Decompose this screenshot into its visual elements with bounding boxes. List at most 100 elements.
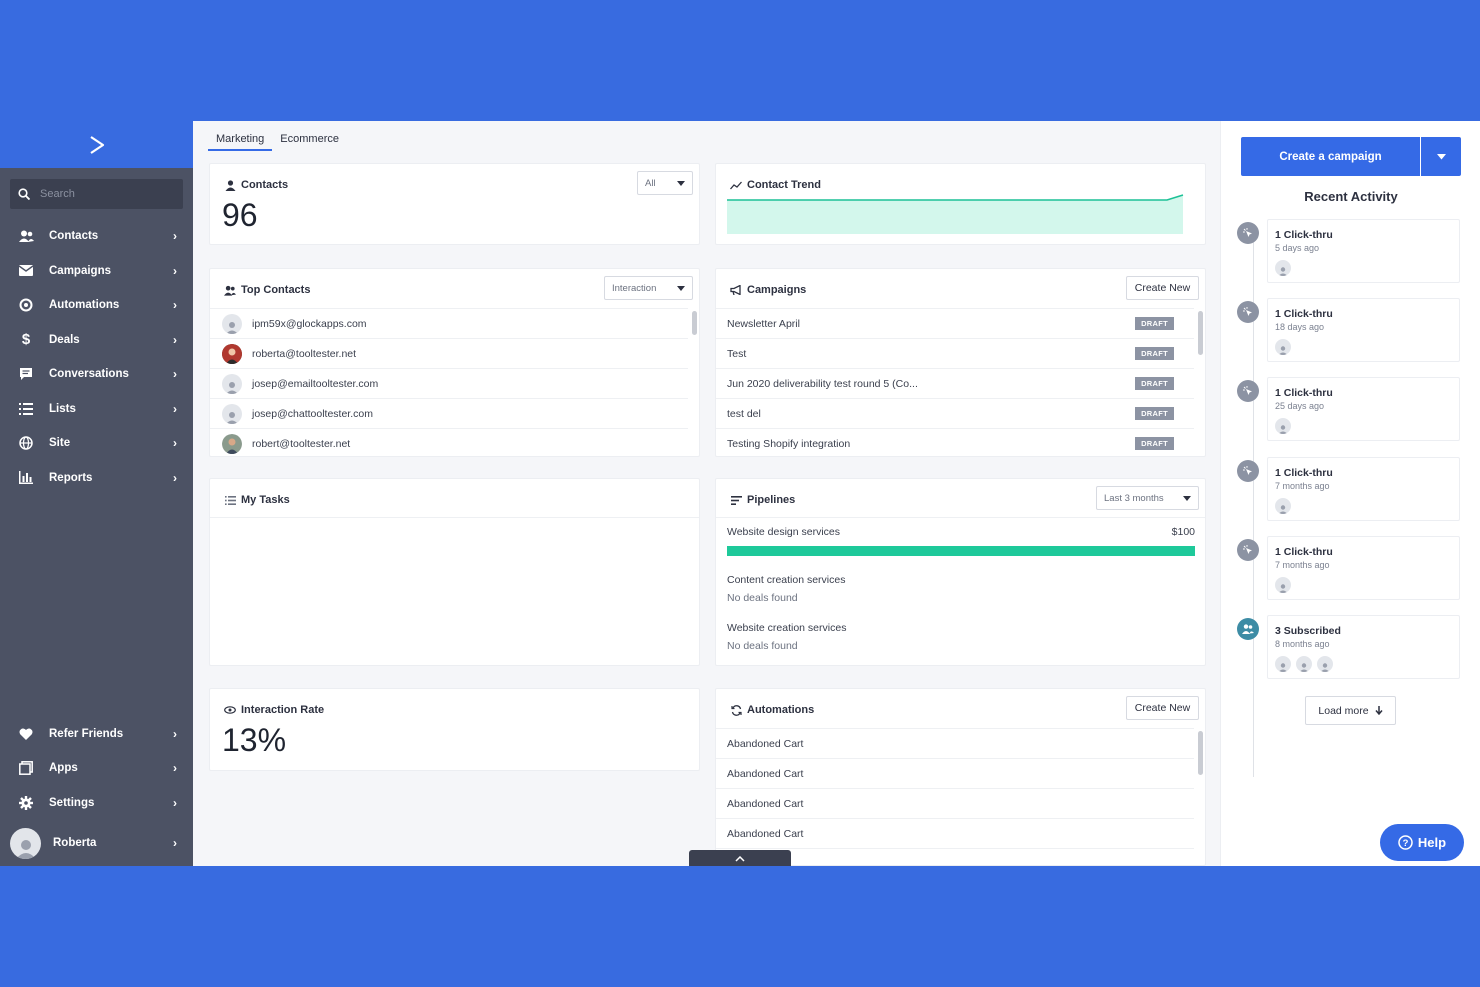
sidebar-item-conversations[interactable]: Conversations › [0,357,193,392]
tab-marketing[interactable]: Marketing [208,133,273,151]
card-title: Contacts [224,179,288,191]
list-item[interactable]: Abandoned Cart [716,759,1194,789]
automation-name: Abandoned Cart [727,737,804,750]
scrollbar[interactable] [1198,731,1203,775]
logo[interactable] [0,121,193,168]
bar-chart-icon [18,470,34,486]
pipeline-item[interactable]: Website design services $100 [727,526,1195,556]
campaigns-title: Campaigns [747,284,807,296]
create-options-dropdown[interactable] [1421,137,1461,176]
list-item[interactable]: roberta@tooltester.net [210,339,688,369]
contact-email: robert@tooltester.net [252,437,351,450]
scrollbar[interactable] [1198,311,1203,355]
list-item[interactable]: robert@tooltester.net [210,429,688,456]
list-item[interactable]: Jun 2020 deliverability test round 5 (Co… [716,369,1194,399]
pipeline-name: Website design services [727,526,841,538]
sidebar-item-campaigns[interactable]: Campaigns › [0,254,193,289]
sidebar-item-site[interactable]: Site › [0,426,193,461]
sidebar-item-apps[interactable]: Apps › [0,751,193,786]
subscribe-activity-icon [1237,618,1259,640]
list-item[interactable]: ipm59x@glockapps.com [210,309,688,339]
list-item[interactable]: Test DRAFT [716,339,1194,369]
card-title: Automations [730,704,814,716]
avatar[interactable] [1275,577,1291,593]
avatar[interactable] [1275,260,1291,276]
sidebar-item-automations[interactable]: Automations › [0,288,193,323]
chevron-right-icon: › [173,761,177,776]
status-badge: DRAFT [1135,377,1174,390]
avatar[interactable] [1296,656,1312,672]
search-input[interactable]: Search [10,179,183,209]
sidebar-item-settings[interactable]: Settings › [0,786,193,821]
click-activity-icon [1237,222,1259,244]
avatar [222,373,242,394]
load-more-button[interactable]: Load more [1305,696,1396,725]
activity-time: 18 days ago [1275,322,1325,332]
avatar[interactable] [1275,498,1291,514]
activity-title: 1 Click-thru [1275,229,1333,241]
interaction-rate-value: 13% [222,722,287,758]
sidebar-item-reports[interactable]: Reports › [0,461,193,496]
list-item[interactable]: Abandoned Cart [716,729,1194,759]
activity-title: 1 Click-thru [1275,387,1333,399]
list-item[interactable]: josep@chattooltester.com [210,399,688,429]
pipeline-name: Website creation services [727,622,847,634]
pipeline-item[interactable]: Content creation services No deals found [727,571,845,607]
task-list-icon [224,494,236,506]
activity-avatars [1275,339,1296,355]
create-campaign-button[interactable]: Create a campaign [1241,137,1420,176]
chevron-right-icon: › [173,298,177,313]
sidebar-item-deals[interactable]: $ Deals › [0,323,193,358]
list-item[interactable]: Abandoned Cart [716,789,1194,819]
pipeline-item[interactable]: Website creation services No deals found [727,619,846,655]
pipelines-range-select[interactable]: Last 3 months [1096,486,1199,510]
list-item[interactable]: Testing Shopify integration DRAFT [716,429,1194,456]
list-item[interactable]: test del DRAFT [716,399,1194,429]
activity-item[interactable]: 1 Click-thru 5 days ago [1267,219,1460,283]
list-item[interactable]: josep@emailtooltester.com [210,369,688,399]
search-placeholder: Search [40,188,75,200]
click-activity-icon [1237,301,1259,323]
dollar-icon: $ [21,331,31,349]
activity-item[interactable]: 1 Click-thru 18 days ago [1267,298,1460,362]
avatar[interactable] [1317,656,1333,672]
campaign-name: test del [727,407,761,420]
apps-icon [18,760,34,776]
sidebar-item-label: Contacts [49,230,99,243]
pipeline-bar-track [727,546,1195,556]
sidebar-item-refer-friends[interactable]: Refer Friends › [0,717,193,752]
create-campaign-button[interactable]: Create New [1126,276,1199,300]
user-menu[interactable]: Roberta › [0,820,193,866]
list-item[interactable]: Newsletter April DRAFT [716,309,1194,339]
activity-avatars [1275,260,1296,276]
card-title: Interaction Rate [224,704,324,716]
help-button[interactable]: ? Help [1380,824,1464,861]
gear-icon [18,795,34,811]
chevron-right-icon: › [173,229,177,244]
activity-item[interactable]: 1 Click-thru 25 days ago [1267,377,1460,441]
refresh-icon [730,704,742,716]
chevron-right-icon: › [173,470,177,485]
user-name: Roberta [53,837,97,849]
sidebar-item-contacts[interactable]: Contacts › [0,219,193,254]
activity-item[interactable]: 1 Click-thru 7 months ago [1267,457,1460,521]
top-contacts-filter-select[interactable]: Interaction [604,276,693,300]
question-icon: ? [1398,835,1413,850]
activity-title: 1 Click-thru [1275,467,1333,479]
avatar[interactable] [1275,418,1291,434]
scrollbar[interactable] [692,311,697,335]
list-item[interactable]: Abandoned Cart [716,819,1194,849]
tasks-title: My Tasks [241,494,290,506]
contacts-filter-select[interactable]: All [637,171,693,195]
card-title: Pipelines [730,494,795,506]
activity-item[interactable]: 1 Click-thru 7 months ago [1267,536,1460,600]
tab-ecommerce[interactable]: Ecommerce [272,133,347,151]
create-automation-button[interactable]: Create New [1126,696,1199,720]
activity-item[interactable]: 3 Subscribed 8 months ago [1267,615,1460,679]
activity-time: 8 months ago [1275,639,1330,649]
avatar[interactable] [1275,656,1291,672]
expand-panel-tab[interactable] [689,850,791,866]
sidebar-item-label: Campaigns [49,264,111,277]
sidebar-item-lists[interactable]: Lists › [0,392,193,427]
avatar[interactable] [1275,339,1291,355]
